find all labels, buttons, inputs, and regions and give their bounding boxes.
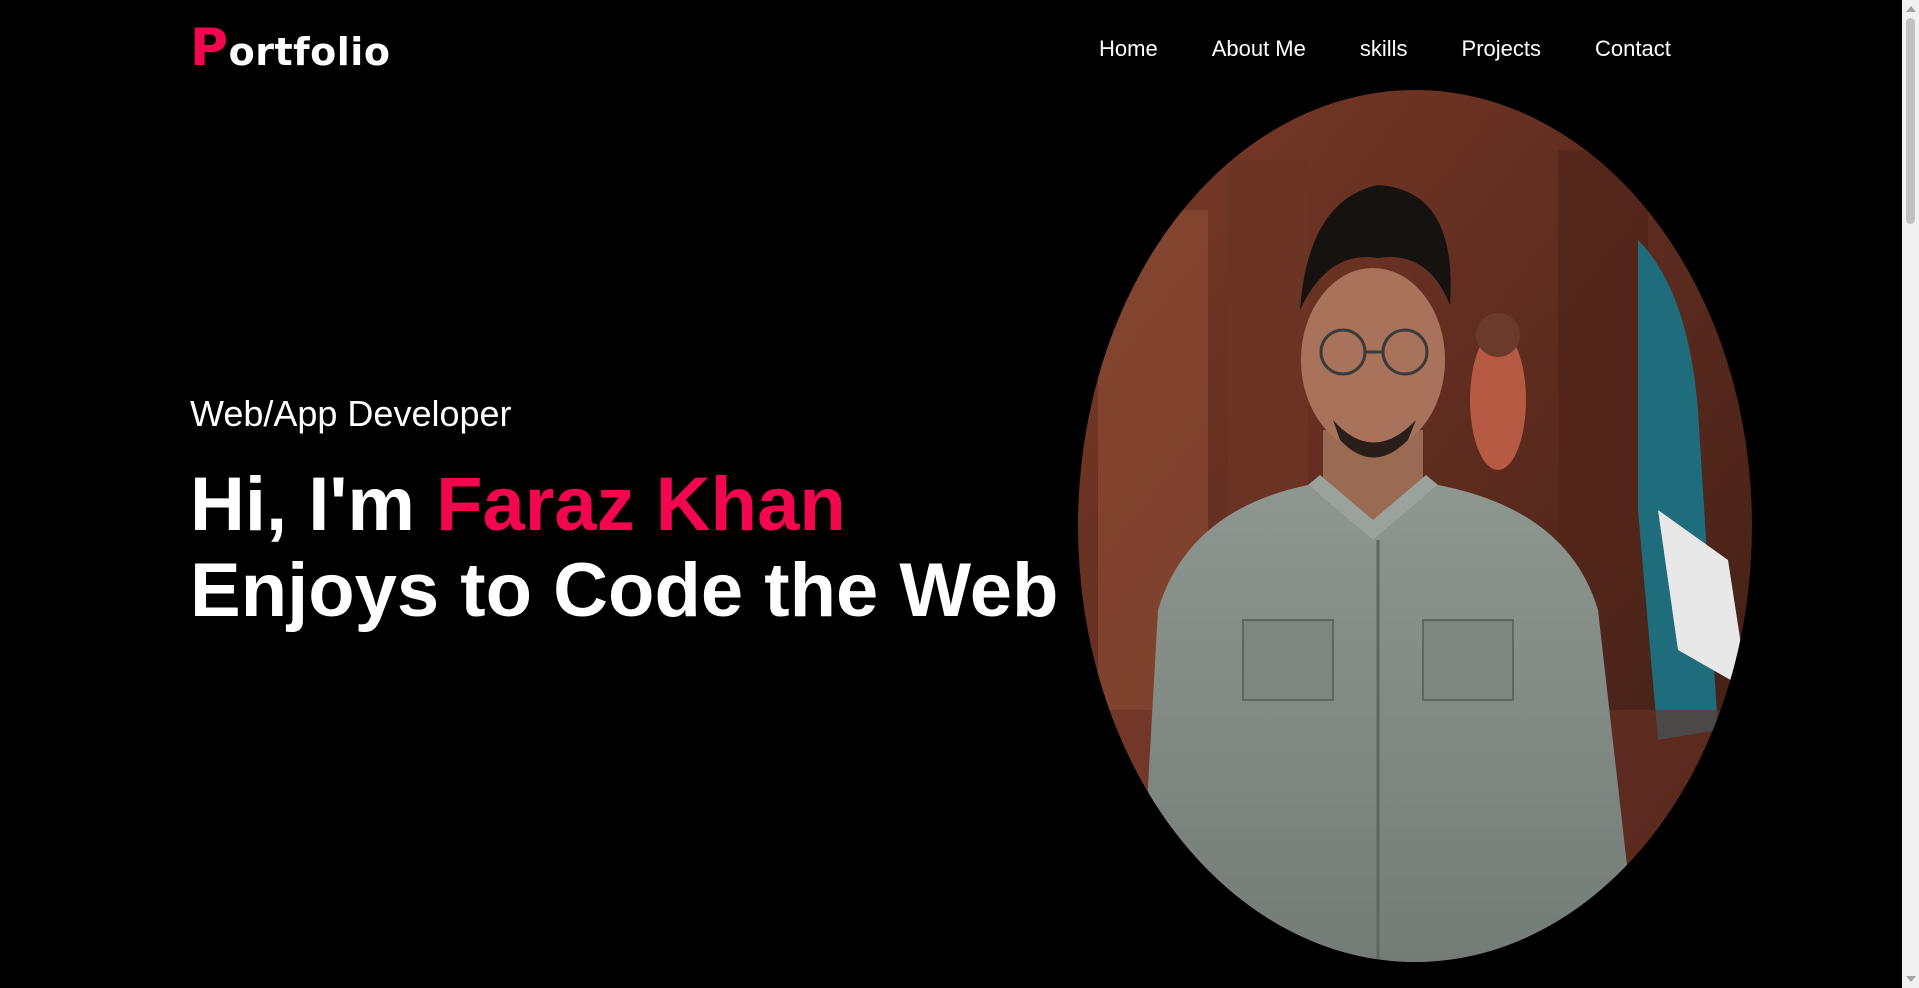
scrollbar-thumb[interactable] bbox=[1906, 18, 1915, 224]
page-scrollbar[interactable] bbox=[1902, 0, 1919, 988]
nav-home[interactable]: Home bbox=[1099, 36, 1158, 62]
hero-greeting: Hi, I'm bbox=[190, 462, 437, 547]
profile-photo bbox=[1078, 90, 1752, 962]
logo-text: ortfolio bbox=[228, 30, 391, 74]
scroll-up-arrow-icon[interactable] bbox=[1906, 6, 1916, 12]
nav-about-me[interactable]: About Me bbox=[1212, 36, 1306, 62]
hero-role: Web/App Developer bbox=[190, 393, 512, 434]
main-nav: Home About Me skills Projects Contact bbox=[1099, 36, 1671, 62]
hero-headline: Hi, I'm Faraz Khan Enjoys to Code the We… bbox=[190, 462, 1058, 634]
nav-projects[interactable]: Projects bbox=[1462, 36, 1541, 62]
hero-greeting-line: Hi, I'm Faraz Khan bbox=[190, 462, 1058, 548]
logo-initial: P bbox=[190, 18, 229, 78]
hero-name: Faraz Khan bbox=[436, 462, 846, 547]
nav-contact[interactable]: Contact bbox=[1595, 36, 1671, 62]
hero-tagline: Enjoys to Code the Web bbox=[190, 548, 1059, 633]
scroll-down-arrow-icon[interactable] bbox=[1906, 976, 1916, 982]
logo[interactable]: Portfolio bbox=[190, 22, 390, 74]
nav-skills[interactable]: skills bbox=[1360, 36, 1408, 62]
